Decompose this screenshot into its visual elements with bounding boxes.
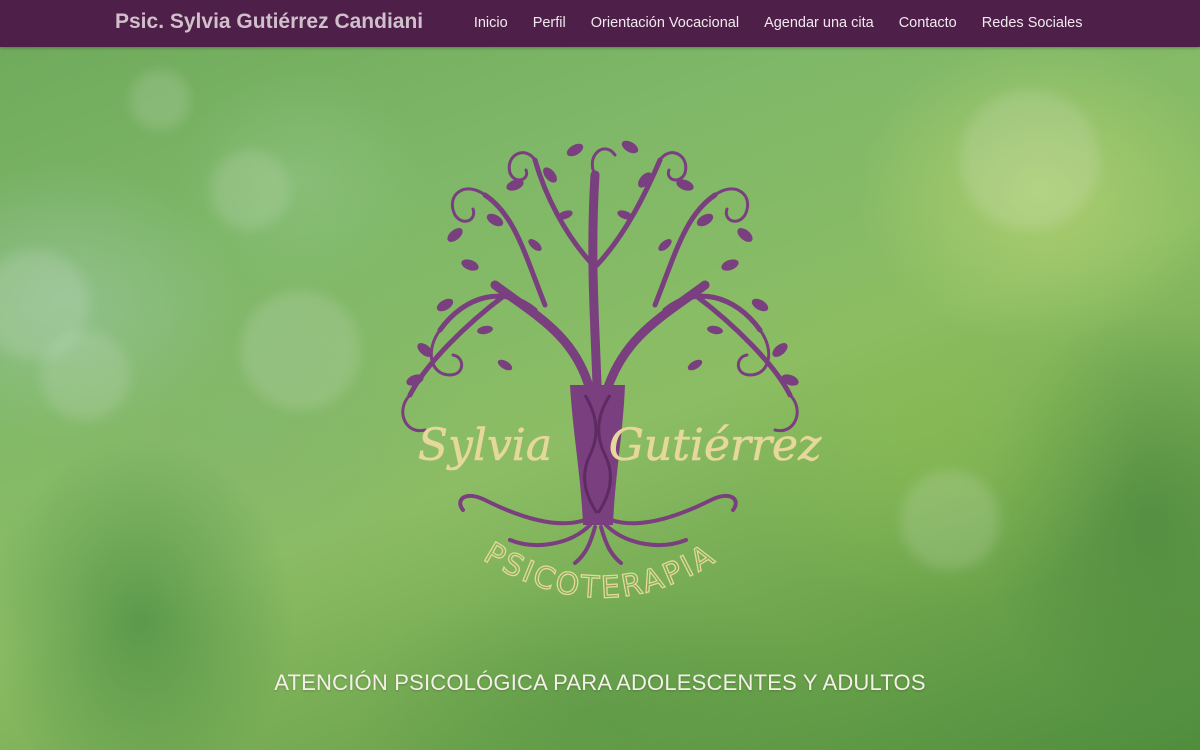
nav-link-inicio[interactable]: Inicio [461, 0, 520, 47]
bokeh-light [960, 90, 1100, 230]
logo-wordmark: Sylvia Gutiérrez PSICOTERAPIA [418, 420, 823, 607]
site-brand[interactable]: Psic. Sylvia Gutiérrez Candiani [115, 10, 423, 34]
nav-link-agendar-cita[interactable]: Agendar una cita [752, 0, 887, 47]
hero-logo: Sylvia Gutiérrez PSICOTERAPIA [385, 135, 825, 635]
bokeh-light [240, 290, 360, 410]
nav-link-contacto[interactable]: Contacto [886, 0, 969, 47]
bokeh-light [900, 470, 1000, 570]
main-nav: Inicio Perfil Orientación Vocacional Age… [461, 0, 1095, 47]
tree-of-life-icon [401, 140, 799, 565]
bokeh-light [210, 150, 290, 230]
logo-name-last: Gutiérrez [609, 420, 822, 471]
logo-subtitle: PSICOTERAPIA [477, 535, 720, 606]
logo-svg: Sylvia Gutiérrez PSICOTERAPIA [401, 140, 823, 607]
bokeh-light [130, 70, 190, 130]
bokeh-light [40, 330, 130, 420]
nav-link-redes-sociales[interactable]: Redes Sociales [969, 0, 1095, 47]
nav-link-orientacion-vocacional[interactable]: Orientación Vocacional [578, 0, 751, 47]
logo-subtitle-arc: PSICOTERAPIA [478, 536, 722, 606]
page: Psic. Sylvia Gutiérrez Candiani Inicio P… [0, 0, 1200, 750]
hero-tagline: ATENCIÓN PSICOLÓGICA PARA ADOLESCENTES Y… [274, 670, 926, 695]
top-navbar: Psic. Sylvia Gutiérrez Candiani Inicio P… [0, 0, 1200, 47]
logo-name-first: Sylvia [418, 420, 552, 471]
nav-link-perfil[interactable]: Perfil [520, 0, 578, 47]
